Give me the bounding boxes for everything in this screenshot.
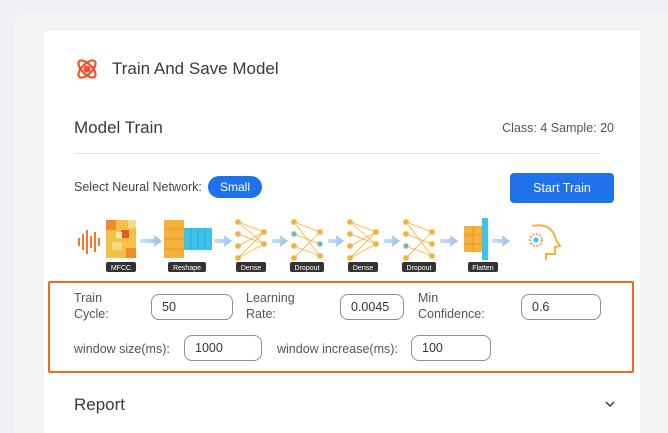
layer-label: Dense [353,265,373,272]
train-cycle-label-line: Cycle: [74,307,109,321]
reshape-block [164,220,212,258]
layer-label: Dropout [295,265,320,272]
min-confidence-input[interactable]: 0.6 [521,294,601,320]
dropout-block [291,219,323,261]
audio-wave-icon [78,230,100,254]
panel-header: Train And Save Model [74,55,279,83]
min-confidence-label-line: Min [418,291,439,305]
head-output-icon [529,224,562,260]
class-sample-count: Class: 4 Sample: 20 [502,121,614,135]
train-cycle-label-line: Train [74,291,103,305]
report-section-title[interactable]: Report [74,395,125,415]
model-train-title: Model Train [74,118,163,137]
window-increase-label: window increase(ms): [277,342,398,356]
layer-label: Reshape [173,265,201,272]
learning-rate-label-line: Rate: [246,307,276,321]
window-size-input[interactable]: 1000 [184,335,262,361]
chevron-down-icon[interactable] [604,398,616,410]
layer-labels: MFCC Reshape Dense Dropout Dense Dropout… [106,262,498,272]
start-train-button[interactable]: Start Train [510,173,614,203]
min-confidence-label-line: Confidence: [418,307,485,321]
train-cycle-label: Train Cycle: [74,290,109,322]
learning-rate-label: Learning Rate: [246,290,295,322]
learning-rate-input[interactable]: 0.0045 [340,294,404,320]
layer-label: Dense [241,265,261,272]
mfcc-block [106,220,136,258]
neural-network-label: Select Neural Network: [74,180,202,194]
layer-label: Flatten [472,265,494,272]
min-confidence-label: Min Confidence: [418,290,485,322]
window-increase-input[interactable]: 100 [411,335,491,361]
dense-block [235,219,267,261]
layer-label: MFCC [111,265,131,272]
flatten-block [464,218,488,260]
train-cycle-input[interactable]: 50 [151,294,233,320]
model-logo-icon [77,59,97,79]
panel-title: Train And Save Model [112,59,279,78]
dropout-block [403,219,435,261]
network-pipeline-diagram: MFCC Reshape Dense Dropout Dense Dropout… [78,218,562,272]
divider [74,153,600,154]
network-small-button[interactable]: Small [208,176,262,198]
layer-label: Dropout [407,265,432,272]
learning-rate-label-line: Learning [246,291,295,305]
dense-block [347,219,379,261]
window-size-label: window size(ms): [74,342,170,356]
